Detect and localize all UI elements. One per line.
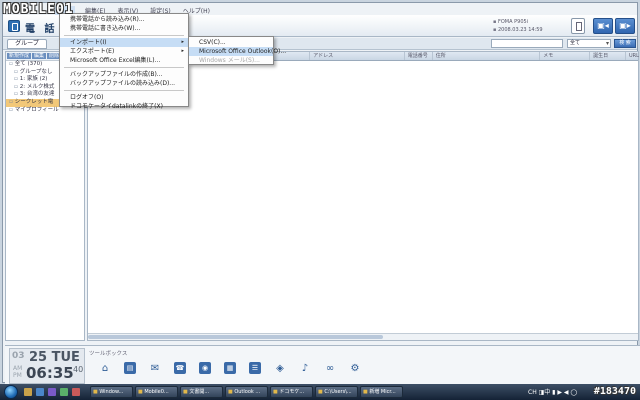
app-icon[interactable] xyxy=(60,388,68,396)
bottom-panel: 03 25 TUE AM PM 06:35 40 ツールボックス ⌂ ▤ ✉ ☎ … xyxy=(5,345,640,385)
start-button[interactable] xyxy=(4,385,18,399)
menu-item[interactable]: Microsoft Office Excel編集(L)... xyxy=(60,56,188,65)
settings-icon[interactable]: ⚙ xyxy=(349,362,361,374)
phone-icon[interactable]: ☎ xyxy=(174,362,186,374)
menu-separator xyxy=(64,67,184,68)
folder-icon[interactable] xyxy=(24,388,32,396)
taskbar-tasks: Window...Mobile0...文書開...Outlook ...ドコモケ… xyxy=(90,386,403,398)
menu-separator xyxy=(64,90,184,91)
toolbox-icons: ⌂ ▤ ✉ ☎ ◉ ▦ ☰ ◈ ♪ ∞ ⚙ xyxy=(99,362,361,374)
column-header-address[interactable]: アドレス xyxy=(310,52,405,60)
scrollbar-thumb[interactable] xyxy=(88,335,383,339)
camera-icon[interactable]: ◉ xyxy=(199,362,211,374)
tab-group[interactable]: グループ xyxy=(7,39,47,49)
file-menu-dropdown: 携帯電話から読み込み(R)... 携帯電話に書き込み(W)... インポート(I) ▸… xyxy=(59,13,189,110)
submenu-item[interactable]: CSV(C)... xyxy=(189,38,273,47)
book-icon[interactable]: ▤ xyxy=(124,362,136,374)
menu-item[interactable]: バックアップファイルの読み込み(D)... xyxy=(60,79,188,88)
taskbar-task[interactable]: ドコモケ... xyxy=(270,386,313,398)
column-header-phone[interactable]: 電話番号 xyxy=(405,52,433,60)
taskbar-task[interactable]: 新増 Micr... xyxy=(360,386,403,398)
taskbar: Window...Mobile0...文書開...Outlook ...ドコモケ… xyxy=(0,384,640,400)
submenu-item: Windows メール(S)... xyxy=(199,57,260,64)
menu-item-label: Microsoft Office Excel編集(L)... xyxy=(70,57,161,64)
taskbar-task[interactable]: Outlook ... xyxy=(225,386,268,398)
clock-date: 25 TUE xyxy=(29,350,80,365)
edit-button[interactable]: 編集 xyxy=(32,53,47,59)
device-info: FOMA P905i 2008.03.23 14:59 xyxy=(493,18,543,34)
import-submenu: CSV(C)... Microsoft Office Outlook(O)... W… xyxy=(188,36,286,65)
menu-item[interactable]: ドコモケータイdatalinkの終了(X) xyxy=(60,102,188,111)
menu-item[interactable]: バックアップファイルの作成(B)... xyxy=(60,70,188,79)
watermark-id: #183470 xyxy=(593,386,636,397)
search-input[interactable] xyxy=(491,39,563,48)
taskbar-task[interactable]: Mobile0... xyxy=(135,386,178,398)
menu-separator xyxy=(64,35,184,36)
mobile-phone-icon[interactable] xyxy=(571,18,585,34)
column-header-birthday[interactable]: 誕生日 xyxy=(590,52,626,60)
submenu-item[interactable]: Microsoft Office Outlook(O)... xyxy=(189,47,286,56)
schedule-icon[interactable]: ▦ xyxy=(224,362,236,374)
app-window: 編集(E) 表示(V) 設定(S) ヘルプ(H) 電 話 帳 FOMA P905… xyxy=(2,2,640,385)
taskbar-task[interactable]: Window... xyxy=(90,386,133,398)
clock-widget: 03 25 TUE AM PM 06:35 40 xyxy=(9,348,85,384)
clock-time: 06:35 xyxy=(26,364,74,382)
menu-item-label: インポート(I) xyxy=(70,39,107,46)
chevron-right-icon: ▸ xyxy=(181,48,184,54)
column-header-memo[interactable]: メモ xyxy=(540,52,591,60)
menu-item[interactable]: 携帯電話に書き込み(W)... xyxy=(60,24,188,33)
video-icon[interactable]: ◈ xyxy=(274,362,286,374)
list-icon[interactable]: ☰ xyxy=(249,362,261,374)
music-icon[interactable]: ♪ xyxy=(299,362,311,374)
connect-button[interactable]: ▣◂ xyxy=(593,18,613,34)
link-icon[interactable]: ∞ xyxy=(324,362,336,374)
phonebook-icon xyxy=(8,20,20,32)
menu-item-label: エクスポート(E) xyxy=(70,48,115,55)
menu-item-label: バックアップファイルの作成(B)... xyxy=(70,71,163,78)
menu-item-label: 携帯電話に書き込み(W)... xyxy=(70,25,141,32)
menu-item-label: ドコモケータイdatalinkの終了(X) xyxy=(70,103,163,110)
menu-item[interactable]: エクスポート(E) ▸ xyxy=(60,47,188,56)
toolbox-label: ツールボックス xyxy=(89,351,128,357)
system-tray[interactable]: CH ◨中 ▮ ▶ ◀ ◯ xyxy=(528,387,577,396)
device-sync-date: 2008.03.23 14:59 xyxy=(493,26,543,34)
exit-button[interactable]: ▣▸ xyxy=(615,18,635,34)
menu-item-label: ログオフ(O) xyxy=(70,94,104,101)
menu-item[interactable]: インポート(I) ▸ xyxy=(60,38,188,47)
clock-month: 03 xyxy=(12,351,25,361)
taskbar-task[interactable]: 文書開... xyxy=(180,386,223,398)
app-icon[interactable] xyxy=(72,388,80,396)
browser-icon[interactable] xyxy=(36,388,44,396)
menu-item[interactable]: 携帯電話から読み込み(R)... xyxy=(60,15,188,24)
device-model: FOMA P905i xyxy=(493,18,543,26)
taskbar-task[interactable]: C:\Users\... xyxy=(315,386,358,398)
search-button[interactable]: 検 索 xyxy=(614,39,636,48)
home-icon[interactable]: ⌂ xyxy=(99,362,111,374)
menu-item-label: バックアップファイルの読み込み(D)... xyxy=(70,80,176,87)
column-header-location[interactable]: 住所 xyxy=(433,52,541,60)
menu-item-label: 携帯電話から読み込み(R)... xyxy=(70,16,145,23)
horizontal-scrollbar[interactable] xyxy=(88,333,638,340)
column-header-url[interactable]: URL xyxy=(626,52,639,60)
chevron-right-icon: ▸ xyxy=(181,39,184,45)
clock-seconds: 40 xyxy=(73,365,84,374)
media-icon[interactable] xyxy=(48,388,56,396)
menu-item[interactable]: ログオフ(O) xyxy=(60,93,188,102)
watermark-logo: MOBILE01 xyxy=(3,2,74,17)
mail-icon[interactable]: ✉ xyxy=(149,362,161,374)
clock-ampm: AM PM xyxy=(13,365,23,379)
search-scope-select[interactable]: 全て xyxy=(567,39,611,48)
new-contact-button[interactable]: 新規作成 xyxy=(7,53,32,59)
